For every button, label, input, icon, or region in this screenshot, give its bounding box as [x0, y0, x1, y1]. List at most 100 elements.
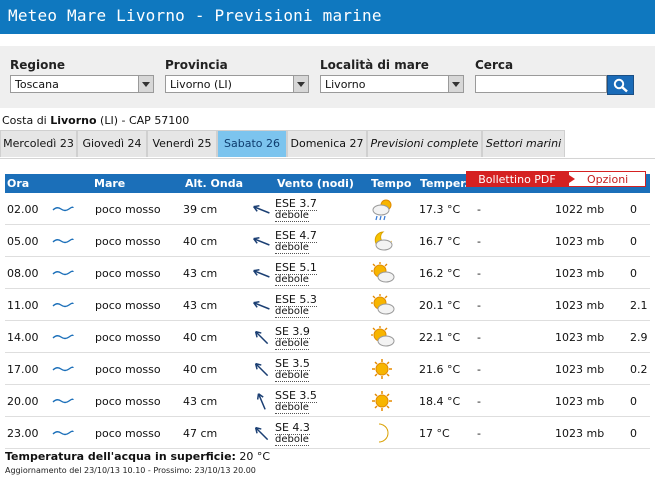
chevron-down-icon	[138, 76, 153, 92]
row-pressure: 1023 mb	[555, 235, 605, 248]
tab-giovedi[interactable]: Giovedì 24	[77, 130, 147, 157]
row-wind-strength: debole	[275, 370, 309, 382]
row-wind-strength: debole	[275, 338, 309, 350]
row-dash: -	[477, 235, 481, 248]
header-tempo: Tempo	[371, 177, 412, 190]
row-temp: 16.2 °C	[419, 267, 461, 280]
row-wind-dir: ESE 3.7	[275, 197, 317, 211]
row-wind-dir: ESE 4.7	[275, 229, 317, 243]
row-ora: 08.00	[7, 267, 39, 280]
tab-previsioni-complete[interactable]: Previsioni complete	[367, 130, 482, 157]
row-pressure: 1023 mb	[555, 395, 605, 408]
table-row: 23.00 poco mosso 47 cm SE 4.3 debole 17 °C - 10…	[5, 417, 650, 449]
wave-icon	[52, 270, 74, 276]
chevron-down-icon	[293, 76, 308, 92]
row-ora: 23.00	[7, 427, 39, 440]
row-mare: poco mosso	[95, 203, 161, 216]
row-temp: 18.4 °C	[419, 395, 461, 408]
row-temp: 20.1 °C	[419, 299, 461, 312]
row-temp: 21.6 °C	[419, 363, 461, 376]
row-temp: 17 °C	[419, 427, 450, 440]
row-mare: poco mosso	[95, 267, 161, 280]
regione-value: Toscana	[15, 78, 59, 91]
tab-venerdi[interactable]: Venerdì 25	[147, 130, 217, 157]
wind-arrow-icon	[254, 426, 269, 441]
row-ora: 11.00	[7, 299, 39, 312]
search-icon	[613, 78, 628, 93]
row-rain: 2.9	[630, 331, 648, 344]
sun-cloud-icon	[371, 262, 395, 287]
row-ora: 14.00	[7, 331, 39, 344]
row-mare: poco mosso	[95, 427, 161, 440]
row-onda: 43 cm	[183, 267, 218, 280]
row-ora: 20.00	[7, 395, 39, 408]
header-ora: Ora	[7, 177, 30, 190]
wind-arrow-icon	[253, 300, 270, 310]
row-temp: 16.7 °C	[419, 235, 461, 248]
provincia-select[interactable]: Livorno (LI)	[165, 75, 309, 93]
tab-settori-marini[interactable]: Settori marini	[482, 130, 565, 157]
row-wind-strength: debole	[275, 434, 309, 446]
tab-domenica[interactable]: Domenica 27	[287, 130, 367, 157]
regione-select[interactable]: Toscana	[10, 75, 154, 93]
row-mare: poco mosso	[95, 235, 161, 248]
row-ora: 02.00	[7, 203, 39, 216]
table-row: 02.00 poco mosso 39 cm ESE 3.7 debole 17.3 °C…	[5, 193, 650, 225]
wind-arrow-icon	[256, 393, 266, 410]
row-dash: -	[477, 299, 481, 312]
wave-icon	[52, 366, 74, 372]
top-bar: Meteo Mare Livorno - Previsioni marine	[0, 0, 655, 34]
search-input[interactable]	[475, 75, 607, 93]
row-wind-dir: ESE 5.3	[275, 293, 317, 307]
wind-arrow-icon	[254, 362, 269, 377]
sun-cloud-icon	[371, 294, 395, 319]
wind-arrow-icon	[253, 204, 270, 214]
row-wind-dir: SSE 3.5	[275, 389, 317, 403]
localita-label: Località di mare	[320, 58, 429, 72]
row-wind-dir: SE 3.5	[275, 357, 310, 371]
row-onda: 39 cm	[183, 203, 218, 216]
header-onda: Alt. Onda	[185, 177, 244, 190]
location-caption: Costa di Livorno (LI) - CAP 57100	[2, 114, 190, 127]
header-mare: Mare	[94, 177, 126, 190]
table-row: 05.00 poco mosso 40 cm ESE 4.7 debole 16.7 °C…	[5, 225, 650, 257]
row-ora: 17.00	[7, 363, 39, 376]
sun-icon	[371, 358, 393, 383]
row-onda: 47 cm	[183, 427, 218, 440]
table-row: 14.00 poco mosso 40 cm SE 3.9 debole 22.1 °C -…	[5, 321, 650, 353]
row-pressure: 1023 mb	[555, 427, 605, 440]
opzioni-button[interactable]: Opzioni	[568, 171, 646, 187]
row-onda: 40 cm	[183, 235, 218, 248]
row-onda: 43 cm	[183, 299, 218, 312]
localita-select[interactable]: Livorno	[320, 75, 464, 93]
localita-value: Livorno	[325, 78, 366, 91]
row-dash: -	[477, 203, 481, 216]
row-mare: poco mosso	[95, 331, 161, 344]
header-vento: Vento (nodi)	[277, 177, 354, 190]
row-wind-dir: SE 4.3	[275, 421, 310, 435]
localita-filter: Località di mare Livorno	[320, 58, 464, 93]
row-rain: 0	[630, 203, 637, 216]
row-mare: poco mosso	[95, 299, 161, 312]
row-rain: 0	[630, 267, 637, 280]
row-temp: 17.3 °C	[419, 203, 461, 216]
wave-icon	[52, 334, 74, 340]
wave-icon	[52, 430, 74, 436]
tab-sabato[interactable]: Sabato 26	[217, 130, 287, 157]
wind-arrow-icon	[253, 236, 270, 246]
row-dash: -	[477, 331, 481, 344]
row-wind-strength: debole	[275, 402, 309, 414]
row-rain: 0	[630, 395, 637, 408]
regione-label: Regione	[10, 58, 66, 72]
provincia-value: Livorno (LI)	[170, 78, 232, 91]
wave-icon	[52, 238, 74, 244]
row-wind-strength: debole	[275, 274, 309, 286]
bollettino-pdf-button[interactable]: Bollettino PDF	[466, 171, 568, 187]
row-dash: -	[477, 363, 481, 376]
row-wind-strength: debole	[275, 306, 309, 318]
wave-icon	[52, 302, 74, 308]
tab-mercoledi[interactable]: Mercoledì 23	[0, 130, 77, 157]
row-pressure: 1023 mb	[555, 267, 605, 280]
wind-arrow-icon	[254, 330, 269, 345]
search-button[interactable]	[607, 75, 634, 95]
